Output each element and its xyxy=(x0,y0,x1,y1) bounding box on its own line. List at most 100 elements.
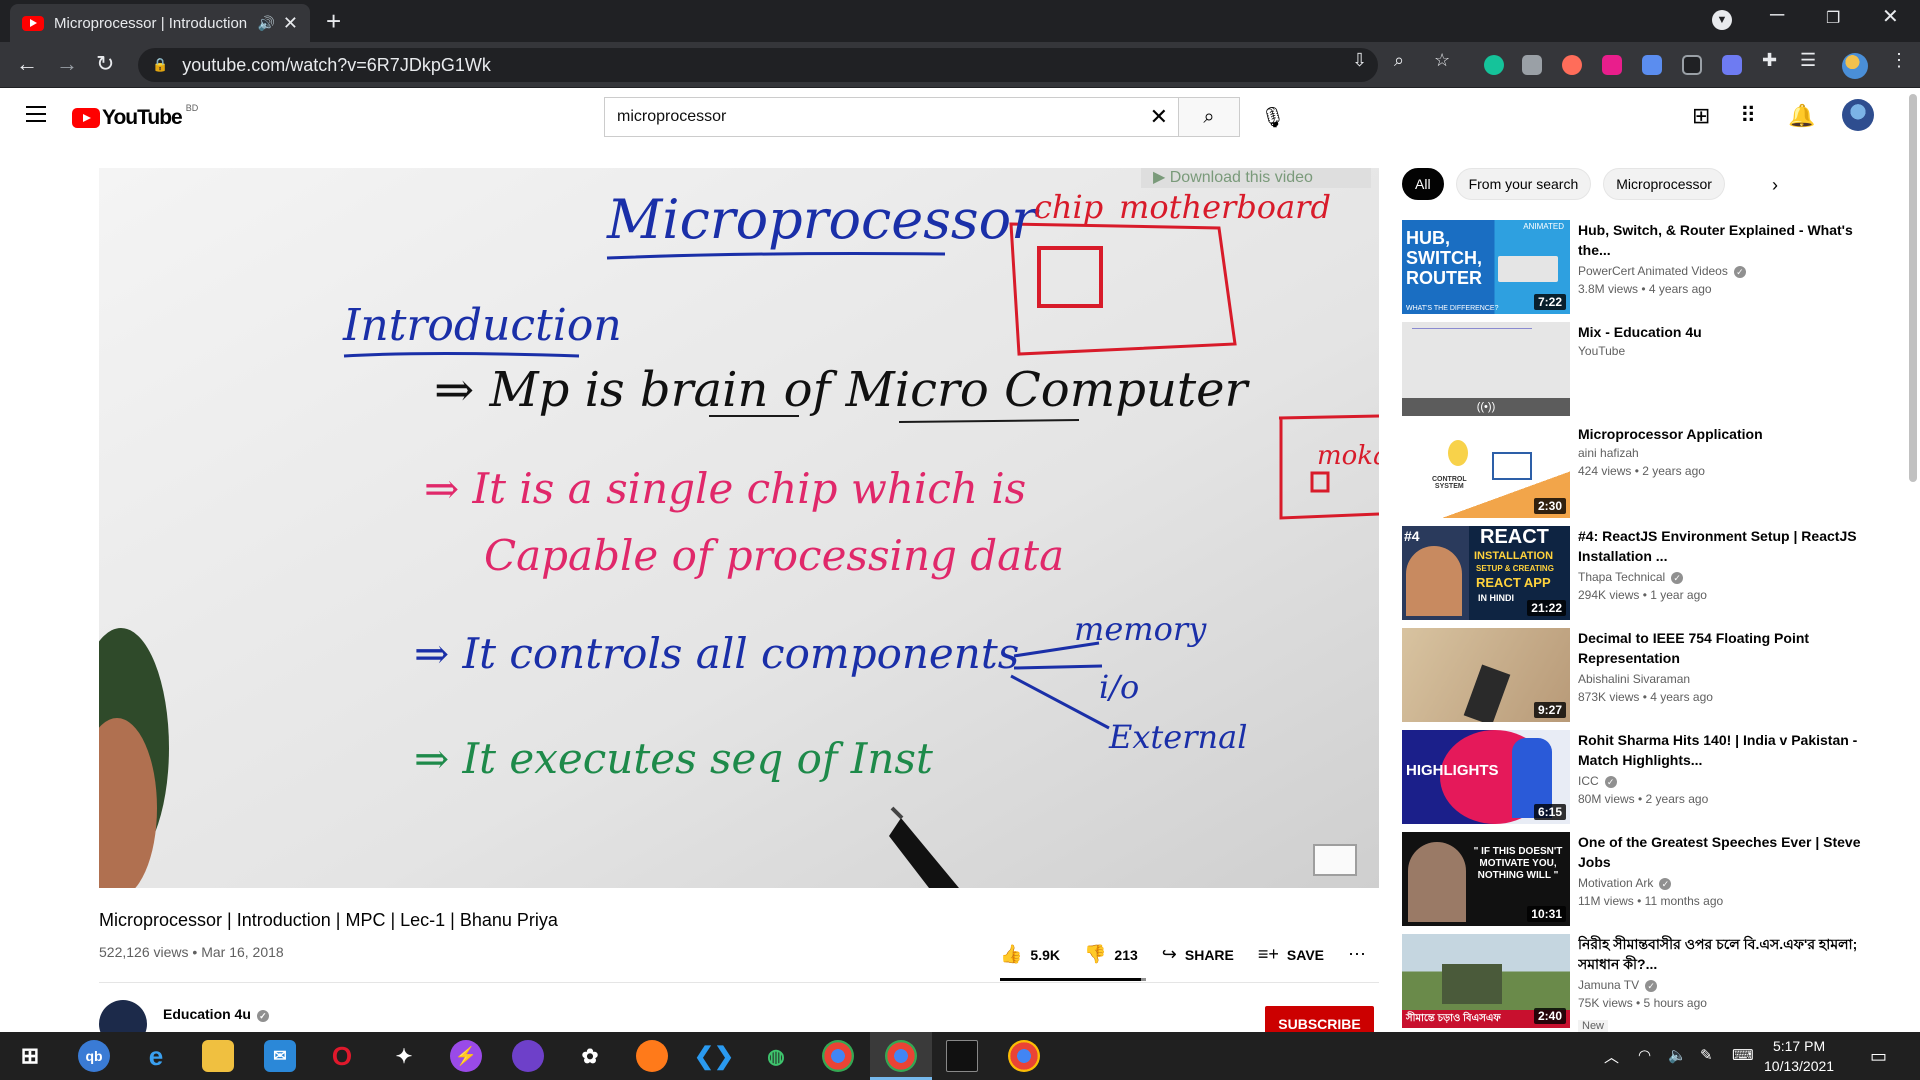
channel-name[interactable]: Education 4u ✓ xyxy=(163,1006,269,1022)
address-bar[interactable]: 🔒 youtube.com/watch?v=6R7JDkpG1Wk xyxy=(138,48,1378,82)
chrome-menu-icon[interactable]: ⋮ xyxy=(1890,50,1908,71)
reading-list-icon[interactable]: ☰ xyxy=(1800,50,1816,71)
guide-menu-icon[interactable] xyxy=(26,106,46,122)
tray-overflow-icon[interactable]: ︿ xyxy=(1604,1046,1619,1067)
messenger-icon[interactable]: ⚡ xyxy=(450,1040,482,1072)
dislike-button[interactable]: 👎 213 xyxy=(1084,944,1138,965)
channel-name[interactable]: Motivation Ark ✓ xyxy=(1578,876,1672,890)
qbittorrent-icon[interactable]: qb xyxy=(78,1040,110,1072)
video-title[interactable]: Mix - Education 4u xyxy=(1578,322,1878,342)
edge-icon[interactable]: e xyxy=(140,1040,172,1072)
grammarly-extension-icon[interactable] xyxy=(1484,55,1504,75)
recommendation-item[interactable]: CONTROL SYSTEM 2:30 Microprocessor Appli… xyxy=(1402,424,1882,518)
video-title[interactable]: #4: ReactJS Environment Setup | ReactJS … xyxy=(1578,526,1878,566)
create-video-icon[interactable]: ⊞ xyxy=(1692,103,1710,129)
download-video-overlay[interactable]: ▶ Download this video xyxy=(1141,168,1371,188)
account-avatar[interactable] xyxy=(1842,99,1874,131)
zoom-icon[interactable]: ⌕ xyxy=(1394,50,1404,71)
share-button[interactable]: ↪ SHARE xyxy=(1162,944,1234,965)
vscode-icon[interactable]: ❮❯ xyxy=(694,1040,734,1072)
recommendation-item[interactable]: #4 REACT INSTALLATION SETUP & CREATING R… xyxy=(1402,526,1882,620)
more-actions-button[interactable]: ⋯ xyxy=(1348,944,1374,965)
channel-name[interactable]: Abishalini Sivaraman xyxy=(1578,672,1690,686)
install-app-icon[interactable]: ⇩ xyxy=(1352,50,1367,71)
page-scrollbar[interactable] xyxy=(1906,92,1920,1030)
chrome-profile-icon[interactable] xyxy=(1008,1040,1040,1072)
bookmark-star-icon[interactable]: ☆ xyxy=(1434,50,1450,71)
forward-icon[interactable]: → xyxy=(56,51,78,77)
channel-name[interactable]: ICC ✓ xyxy=(1578,774,1617,788)
restore-icon[interactable]: ❐ xyxy=(1826,8,1840,28)
video-thumbnail[interactable]: ANIMATED HUB, SWITCH, ROUTER WHAT'S THE … xyxy=(1402,220,1570,314)
pen-extension-icon[interactable] xyxy=(1722,55,1742,75)
notifications-bell-icon[interactable]: 🔔 xyxy=(1788,103,1815,129)
keyboard-icon[interactable]: ⌨ xyxy=(1732,1046,1754,1064)
search-input[interactable]: microprocessor ✕ xyxy=(604,97,1178,137)
download-extension-icon[interactable] xyxy=(1642,55,1662,75)
chip-microprocessor[interactable]: Microprocessor xyxy=(1603,168,1725,200)
video-thumbnail[interactable]: HIGHLIGHTS 6:15 xyxy=(1402,730,1570,824)
chip-from-your-search[interactable]: From your search xyxy=(1455,168,1592,200)
chip-all[interactable]: All xyxy=(1402,168,1444,200)
camera-extension-icon[interactable] xyxy=(1522,55,1542,75)
chrome-canary-icon[interactable]: ◍ xyxy=(760,1040,792,1072)
video-thumbnail[interactable]: ((•)) xyxy=(1402,322,1570,416)
minimize-icon[interactable]: ─ xyxy=(1770,4,1784,27)
wifi-icon[interactable]: ◠ xyxy=(1638,1046,1651,1064)
recommendation-item[interactable]: ((•)) Mix - Education 4u YouTube xyxy=(1402,322,1882,416)
channel-name[interactable]: aini hafizah xyxy=(1578,446,1639,460)
video-title[interactable]: One of the Greatest Speeches Ever | Stev… xyxy=(1578,832,1878,872)
browser-tab[interactable]: Microprocessor | Introduction | MP 🔊 ✕ xyxy=(10,4,310,42)
recommendation-item[interactable]: ANIMATED HUB, SWITCH, ROUTER WHAT'S THE … xyxy=(1402,220,1882,314)
channel-name[interactable]: Jamuna TV ✓ xyxy=(1578,978,1658,992)
new-tab-icon[interactable]: + xyxy=(326,6,341,37)
recommendation-item[interactable]: HIGHLIGHTS 6:15 Rohit Sharma Hits 140! |… xyxy=(1402,730,1882,824)
voice-search-button[interactable]: 🎙 xyxy=(1253,97,1293,137)
speaker-icon[interactable]: 🔊 xyxy=(257,15,274,32)
file-explorer-icon[interactable] xyxy=(202,1040,234,1072)
pen-icon[interactable]: ✎ xyxy=(1700,1046,1713,1064)
volume-icon[interactable]: 🔈 xyxy=(1668,1046,1687,1064)
notification-center-icon[interactable]: ▭ xyxy=(1870,1046,1887,1067)
video-title[interactable]: Rohit Sharma Hits 140! | India v Pakista… xyxy=(1578,730,1878,770)
extension-icon-3[interactable] xyxy=(1562,55,1582,75)
windows-start-icon[interactable]: ⊞ xyxy=(14,1040,46,1072)
channel-name[interactable]: PowerCert Animated Videos ✓ xyxy=(1578,264,1746,278)
like-button[interactable]: 👍 5.9K xyxy=(1000,944,1060,965)
youtube-logo[interactable]: YouTube BD xyxy=(72,103,198,130)
reload-icon[interactable]: ↻ xyxy=(96,51,114,77)
taskbar-clock[interactable]: 5:17 PM 10/13/2021 xyxy=(1764,1036,1834,1076)
puzzle-extensions-icon[interactable]: ✚ xyxy=(1762,50,1777,71)
recommendation-item[interactable]: সীমান্তে চড়াও বিএসএফ 2:40 নিরীহ সীমান্ত… xyxy=(1402,934,1882,1032)
browser-profile-avatar[interactable] xyxy=(1842,53,1868,79)
inkscape-icon[interactable]: ✦ xyxy=(388,1040,420,1072)
video-title[interactable]: Hub, Switch, & Router Explained - What's… xyxy=(1578,220,1878,260)
scrollbar-thumb[interactable] xyxy=(1909,94,1917,482)
window-close-icon[interactable]: ✕ xyxy=(1882,4,1899,29)
extension-icon-4[interactable] xyxy=(1602,55,1622,75)
video-thumbnail[interactable]: #4 REACT INSTALLATION SETUP & CREATING R… xyxy=(1402,526,1570,620)
back-icon[interactable]: ← xyxy=(16,51,38,77)
video-thumbnail[interactable]: সীমান্তে চড়াও বিএসএফ 2:40 xyxy=(1402,934,1570,1028)
channel-name[interactable]: Thapa Technical ✓ xyxy=(1578,570,1684,584)
video-player[interactable]: Microprocessor chip motherboard Introduc… xyxy=(99,168,1379,888)
save-button[interactable]: ≡+ SAVE xyxy=(1258,944,1324,965)
apps-grid-icon[interactable]: ⠿ xyxy=(1740,103,1756,129)
extension-icon-6[interactable] xyxy=(1682,55,1702,75)
chevron-right-icon[interactable]: › xyxy=(1772,175,1778,196)
mail-icon[interactable]: ✉ xyxy=(264,1040,296,1072)
video-thumbnail[interactable]: " IF THIS DOESN'T MOTIVATE YOU, NOTHING … xyxy=(1402,832,1570,926)
channel-name[interactable]: YouTube xyxy=(1578,344,1625,358)
terminal-icon[interactable] xyxy=(946,1040,978,1072)
github-desktop-icon[interactable] xyxy=(512,1040,544,1072)
tab-search-icon[interactable]: ▼ xyxy=(1712,10,1732,30)
video-title[interactable]: Microprocessor Application xyxy=(1578,424,1878,444)
opera-icon[interactable]: O xyxy=(326,1040,358,1072)
search-button[interactable]: ⌕ xyxy=(1178,97,1240,137)
video-title[interactable]: Decimal to IEEE 754 Floating Point Repre… xyxy=(1578,628,1878,668)
video-thumbnail[interactable]: 9:27 xyxy=(1402,628,1570,722)
recommendation-item[interactable]: " IF THIS DOESN'T MOTIVATE YOU, NOTHING … xyxy=(1402,832,1882,926)
video-thumbnail[interactable]: CONTROL SYSTEM 2:30 xyxy=(1402,424,1570,518)
paint-icon[interactable]: ✿ xyxy=(574,1040,606,1072)
chrome-active-icon[interactable] xyxy=(885,1040,917,1072)
